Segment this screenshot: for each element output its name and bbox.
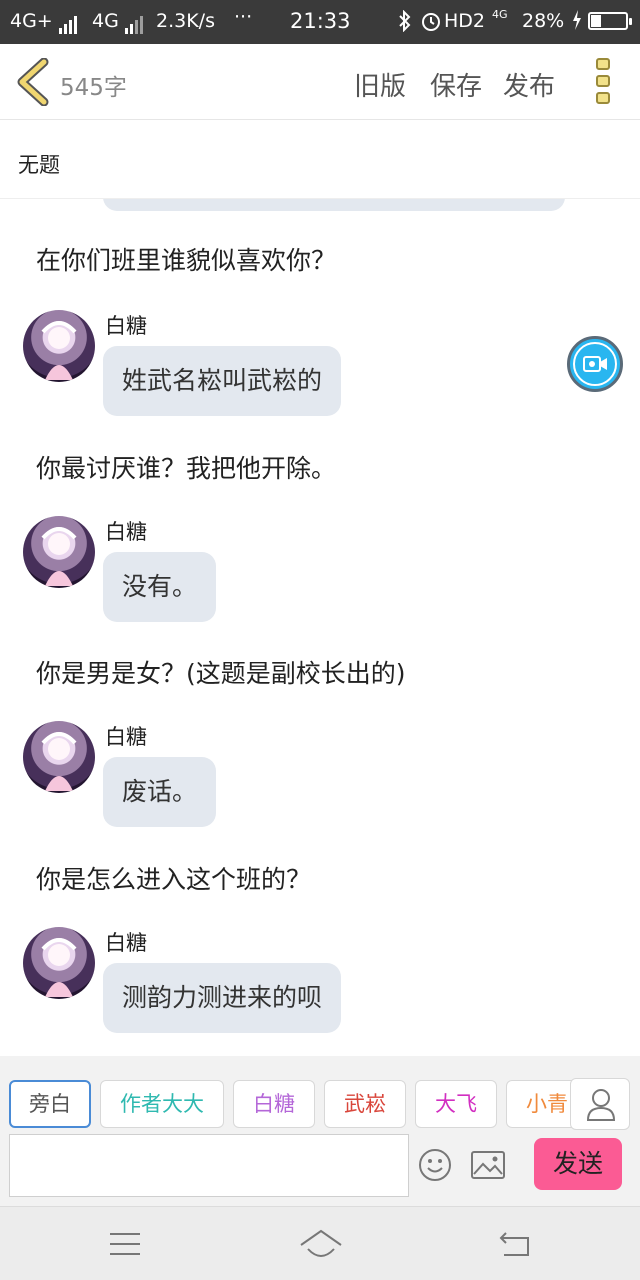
old-version-button[interactable]: 旧版 bbox=[354, 66, 406, 103]
hamburger-icon bbox=[110, 1233, 140, 1255]
character-chip-author[interactable]: 作者大大 bbox=[100, 1080, 224, 1128]
avatar[interactable] bbox=[23, 927, 95, 999]
clock: 21:33 bbox=[290, 9, 351, 33]
message-bubble[interactable]: 没有。 bbox=[103, 552, 217, 622]
character-chip-wusong[interactable]: 武崧 bbox=[324, 1080, 406, 1128]
image-icon bbox=[471, 1151, 505, 1179]
narration-question: 你是男是女？(这题是副校长出的) bbox=[36, 659, 406, 688]
more-menu-icon[interactable] bbox=[594, 58, 614, 108]
network-type-label: 4G+ bbox=[10, 10, 53, 32]
network-indicator-2: 4G bbox=[92, 10, 145, 34]
character-chip-narrator[interactable]: 旁白 bbox=[9, 1080, 91, 1128]
home-icon bbox=[300, 1229, 342, 1257]
data-arrow-icon: 4G bbox=[492, 8, 508, 21]
signal-icon bbox=[58, 12, 79, 34]
word-count: 545字 bbox=[60, 75, 127, 101]
speaker-name: 白糖 bbox=[105, 314, 147, 338]
status-bar: 4G+ 4G 2.3K/s ··· 21:33 HD2 4G 28% bbox=[0, 0, 640, 44]
message-bubble[interactable]: 姓武名崧叫武崧的 bbox=[103, 346, 342, 416]
composer-panel: 旁白 作者大大 白糖 武崧 大飞 小青 发送 bbox=[0, 1056, 640, 1206]
publish-button[interactable]: 发布 bbox=[503, 66, 555, 103]
narration-question: 你最讨厌谁？我把他开除。 bbox=[36, 454, 337, 483]
avatar[interactable] bbox=[23, 310, 95, 382]
character-selector: 旁白 作者大大 白糖 武崧 大飞 小青 bbox=[0, 1078, 572, 1130]
story-title-bar[interactable]: 无题 bbox=[0, 121, 640, 199]
return-icon bbox=[499, 1232, 529, 1256]
send-button[interactable]: 发送 bbox=[534, 1138, 622, 1190]
more-notifications-icon: ··· bbox=[234, 6, 253, 28]
insert-image-button[interactable] bbox=[470, 1150, 506, 1180]
back-button[interactable] bbox=[14, 57, 54, 107]
chat-area[interactable]: 在你们班里谁貌似喜欢你？ 白糖 姓武名崧叫武崧的 你最讨厌谁？我把他开除。 白糖… bbox=[0, 199, 640, 1056]
avatar[interactable] bbox=[23, 516, 95, 588]
speaker-name: 白糖 bbox=[105, 931, 147, 955]
net-speed: 2.3K/s bbox=[156, 10, 215, 32]
save-button[interactable]: 保存 bbox=[430, 66, 482, 103]
charging-icon bbox=[572, 10, 582, 35]
story-title: 无题 bbox=[18, 153, 60, 177]
video-record-button[interactable] bbox=[567, 336, 623, 392]
network-indicator-1: 4G+ bbox=[10, 10, 79, 34]
back-nav-button[interactable] bbox=[496, 1225, 536, 1265]
character-chip-xiaoqing[interactable]: 小青 bbox=[506, 1080, 572, 1128]
battery-percent: 28% bbox=[522, 10, 565, 32]
message-bubble[interactable]: 测韵力测进来的呗 bbox=[103, 963, 342, 1033]
speaker-name: 白糖 bbox=[105, 725, 147, 749]
bluetooth-icon bbox=[398, 9, 412, 37]
hd-label: HD2 bbox=[444, 10, 486, 32]
character-manager-button[interactable] bbox=[570, 1078, 630, 1130]
chevron-left-icon bbox=[17, 57, 49, 107]
menu-nav-button[interactable] bbox=[106, 1225, 146, 1265]
signal-icon-2 bbox=[124, 12, 145, 34]
smiley-icon bbox=[419, 1149, 451, 1181]
narration-question: 你是怎么进入这个班的？ bbox=[36, 865, 312, 894]
home-nav-button[interactable] bbox=[298, 1225, 344, 1265]
video-camera-icon bbox=[583, 356, 607, 372]
emoji-button[interactable] bbox=[418, 1148, 452, 1182]
user-icon bbox=[586, 1089, 616, 1121]
avatar[interactable] bbox=[23, 721, 95, 793]
character-chip-dafei[interactable]: 大飞 bbox=[415, 1080, 497, 1128]
message-input[interactable] bbox=[9, 1134, 409, 1197]
narration-question: 在你们班里谁貌似喜欢你？ bbox=[36, 246, 337, 275]
alarm-icon bbox=[420, 10, 442, 37]
message-bubble[interactable]: 废话。 bbox=[103, 757, 217, 827]
previous-message-bubble bbox=[103, 199, 565, 211]
character-chip-baitang[interactable]: 白糖 bbox=[233, 1080, 315, 1128]
speaker-name: 白糖 bbox=[105, 520, 147, 544]
editor-header: 545字 旧版 保存 发布 bbox=[0, 44, 640, 120]
network-type-label-2: 4G bbox=[92, 10, 119, 32]
system-nav-bar bbox=[0, 1206, 640, 1280]
battery-icon bbox=[588, 10, 632, 32]
